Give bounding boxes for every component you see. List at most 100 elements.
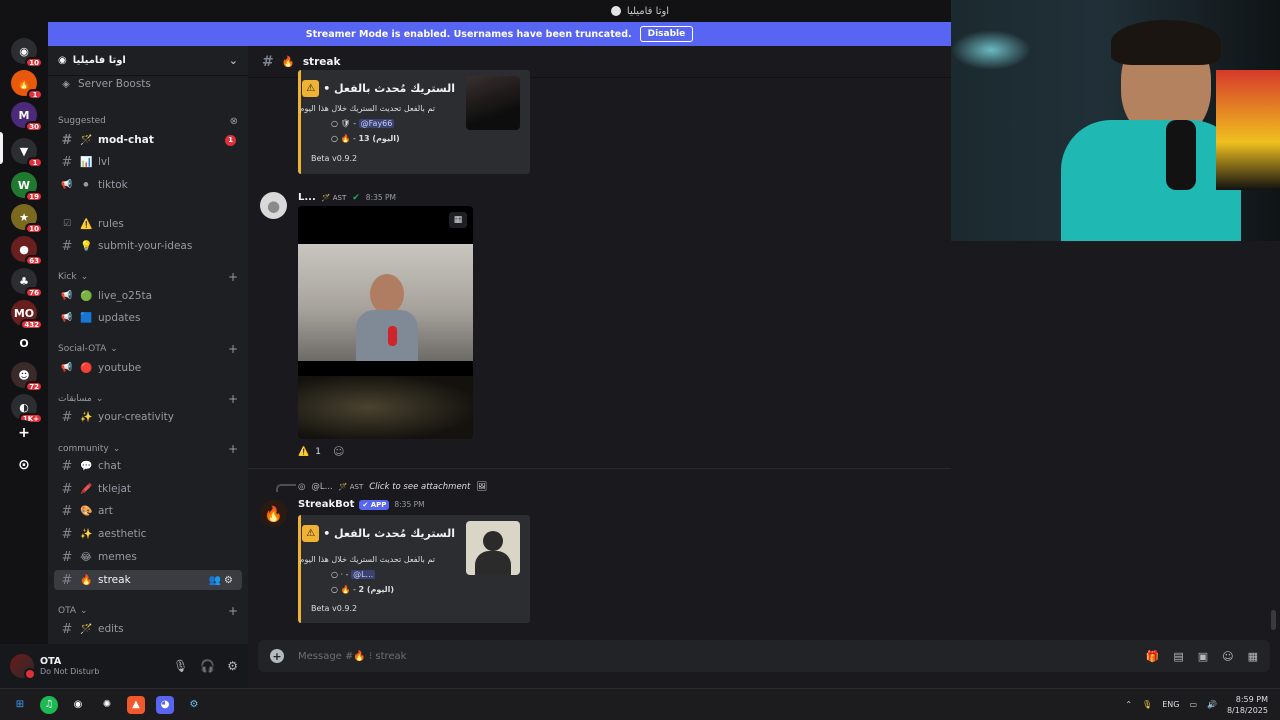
channel-submit-your-ideas[interactable]: # 💡 submit-your-ideas: [54, 236, 242, 256]
server-icon[interactable]: ◐ 1K+: [11, 394, 43, 424]
reaction-count: 1: [315, 446, 321, 457]
channel-chat[interactable]: # 💬 chat: [54, 456, 242, 476]
message-author[interactable]: L...: [298, 192, 316, 203]
channel-label: lvl: [98, 156, 111, 168]
steam-icon[interactable]: ⚙: [185, 696, 203, 714]
channel-your-creativity[interactable]: # ✨ your-creativity: [54, 407, 242, 427]
windows-start-icon[interactable]: ⊞: [11, 696, 29, 714]
embed-thumbnail[interactable]: [466, 76, 520, 130]
server-icon[interactable]: ♣ 76: [11, 268, 43, 298]
server-icon[interactable]: O: [11, 330, 37, 356]
user-mention[interactable]: @L...: [351, 570, 376, 579]
add-channel-icon[interactable]: +: [228, 392, 238, 406]
server-icon[interactable]: 🔥 1: [11, 70, 43, 100]
category-header[interactable]: OTA ⌄ +: [58, 604, 238, 618]
add-reaction-icon[interactable]: ☺: [333, 445, 344, 458]
channel-name: streak: [302, 55, 341, 68]
server-icon[interactable]: MO 432: [11, 300, 43, 330]
disable-streamer-mode-button[interactable]: Disable: [639, 26, 694, 42]
channel-tklejat[interactable]: # 🖍️ tklejat: [54, 479, 242, 499]
app-tag: ✔ APP: [359, 499, 390, 510]
channel-memes[interactable]: # 😂 memes: [54, 547, 242, 567]
server-rail: ◉ 10 🔥 1 M 30 ▼ 1 W 19 ★ 10 ● 63 ♣ 76 MO 432 O ☻ 72 ◐ 1K+ + ⊙: [0, 22, 48, 688]
avatar[interactable]: ●: [260, 192, 287, 219]
channel-edits[interactable]: # 🪄 edits: [54, 619, 242, 639]
dismiss-icon[interactable]: ⊗: [230, 116, 238, 127]
channel-live_o25ta[interactable]: 📢 🟢 live_o25ta: [54, 286, 242, 306]
embed-title-text: الستريك مُحدث بالفعل •: [323, 527, 455, 540]
chatgpt-icon[interactable]: ✺: [98, 696, 116, 714]
gear-icon[interactable]: ⚙: [227, 659, 238, 673]
spotify-icon[interactable]: ♫: [40, 695, 58, 714]
add-channel-icon[interactable]: +: [228, 604, 238, 618]
image-attachment[interactable]: ▦: [298, 206, 473, 439]
reaction-warning[interactable]: ⚠️ 1: [298, 447, 321, 457]
server-icon[interactable]: ◉ 10: [11, 38, 43, 68]
emoji-icon[interactable]: ☺: [1222, 650, 1233, 663]
server-icon[interactable]: W 19: [11, 172, 43, 202]
clock[interactable]: 8:59 PM 8/18/2025: [1227, 694, 1268, 716]
channel-mod-chat[interactable]: # 🪄 mod-chat 1: [54, 130, 242, 150]
category-header[interactable]: community ⌄ +: [58, 442, 238, 456]
server-glyph: ☻: [18, 368, 30, 382]
chevron-up-icon[interactable]: ⌃: [1125, 700, 1132, 709]
language-indicator[interactable]: ENG: [1162, 700, 1179, 709]
channel-youtube[interactable]: 📢 🔴 youtube: [54, 358, 242, 378]
message-author[interactable]: StreakBot: [298, 499, 354, 510]
gift-icon[interactable]: 🎁: [1146, 650, 1160, 663]
hash-icon: #: [61, 481, 73, 497]
server-icon[interactable]: M 30: [11, 102, 43, 132]
channel-settings-icon[interactable]: 👥⚙: [209, 575, 236, 586]
category-label: مسابقات: [58, 394, 92, 404]
channel-streak[interactable]: # 🔥 streak 👥⚙: [54, 570, 242, 590]
server-icon[interactable]: ● 63: [11, 236, 43, 266]
gif-icon[interactable]: ▤: [1173, 650, 1183, 663]
window-title: اوتا فاميليا: [626, 5, 670, 17]
guild-header[interactable]: ◉ اوتا فاميليا ⌄: [48, 46, 248, 76]
add-channel-icon[interactable]: +: [228, 270, 238, 284]
channel-emoji: 📊: [80, 156, 93, 168]
add-channel-icon[interactable]: +: [228, 342, 238, 356]
brave-icon[interactable]: ▲: [127, 695, 145, 714]
server-icon[interactable]: ★ 10: [11, 204, 43, 234]
explore-icon[interactable]: ⊙: [11, 452, 37, 478]
channel-lvl[interactable]: # 📊 lvl: [54, 152, 242, 172]
embed-mention-line: ○ · - @L...: [331, 570, 376, 579]
server-logo-icon: [610, 6, 621, 16]
sticker-icon[interactable]: ▣: [1198, 650, 1208, 663]
channel-art[interactable]: # 🎨 art: [54, 501, 242, 521]
app-icon[interactable]: ▦: [449, 212, 467, 228]
channel-emoji: ✨: [80, 528, 93, 540]
channel-rules[interactable]: ☑ ⚠️ rules: [54, 214, 242, 234]
message-input[interactable]: Message #🔥 ⁝ streak: [298, 651, 406, 662]
add-server-icon[interactable]: +: [11, 420, 37, 446]
user-mention[interactable]: @Fay66: [358, 119, 395, 128]
avatar[interactable]: 🔥: [260, 500, 287, 527]
category-header[interactable]: مسابقات ⌄ +: [58, 392, 238, 406]
scrollbar-thumb[interactable]: [1271, 610, 1276, 630]
reply-preview[interactable]: ◎ @L... 🪄 AST Click to see attachment 🖼: [298, 482, 487, 492]
obs-icon[interactable]: ◉: [69, 696, 87, 714]
microphone-icon[interactable]: 🎙: [1142, 700, 1152, 709]
channel-emoji: 🟦: [80, 312, 93, 324]
volume-icon[interactable]: 🔊: [1207, 700, 1217, 709]
server-icon[interactable]: ▼ 1: [11, 138, 43, 168]
server-boosts-item[interactable]: ◈ Server Boosts: [54, 74, 242, 94]
category-header[interactable]: Kick ⌄ +: [58, 270, 238, 284]
add-attachment-button[interactable]: +: [270, 649, 284, 663]
avatar[interactable]: [10, 654, 36, 680]
channel-tiktok[interactable]: 📢 ⚫ tiktok: [54, 175, 242, 195]
add-channel-icon[interactable]: +: [228, 442, 238, 456]
server-icon[interactable]: ☻ 72: [11, 362, 43, 392]
discord-icon[interactable]: ◕: [156, 695, 174, 714]
apps-icon[interactable]: ▦: [1248, 650, 1258, 663]
category-header[interactable]: Social-OTA ⌄ +: [58, 342, 238, 356]
channel-emoji: 😂: [80, 551, 92, 563]
server-badge: 432: [20, 319, 43, 330]
channel-aesthetic[interactable]: # ✨ aesthetic: [54, 524, 242, 544]
headphones-icon[interactable]: 🎧: [200, 659, 215, 673]
microphone-icon[interactable]: 🎙: [173, 659, 188, 673]
channel-updates[interactable]: 📢 🟦 updates: [54, 308, 242, 328]
network-icon[interactable]: ▭: [1189, 700, 1197, 709]
embed-thumbnail[interactable]: [466, 521, 520, 575]
